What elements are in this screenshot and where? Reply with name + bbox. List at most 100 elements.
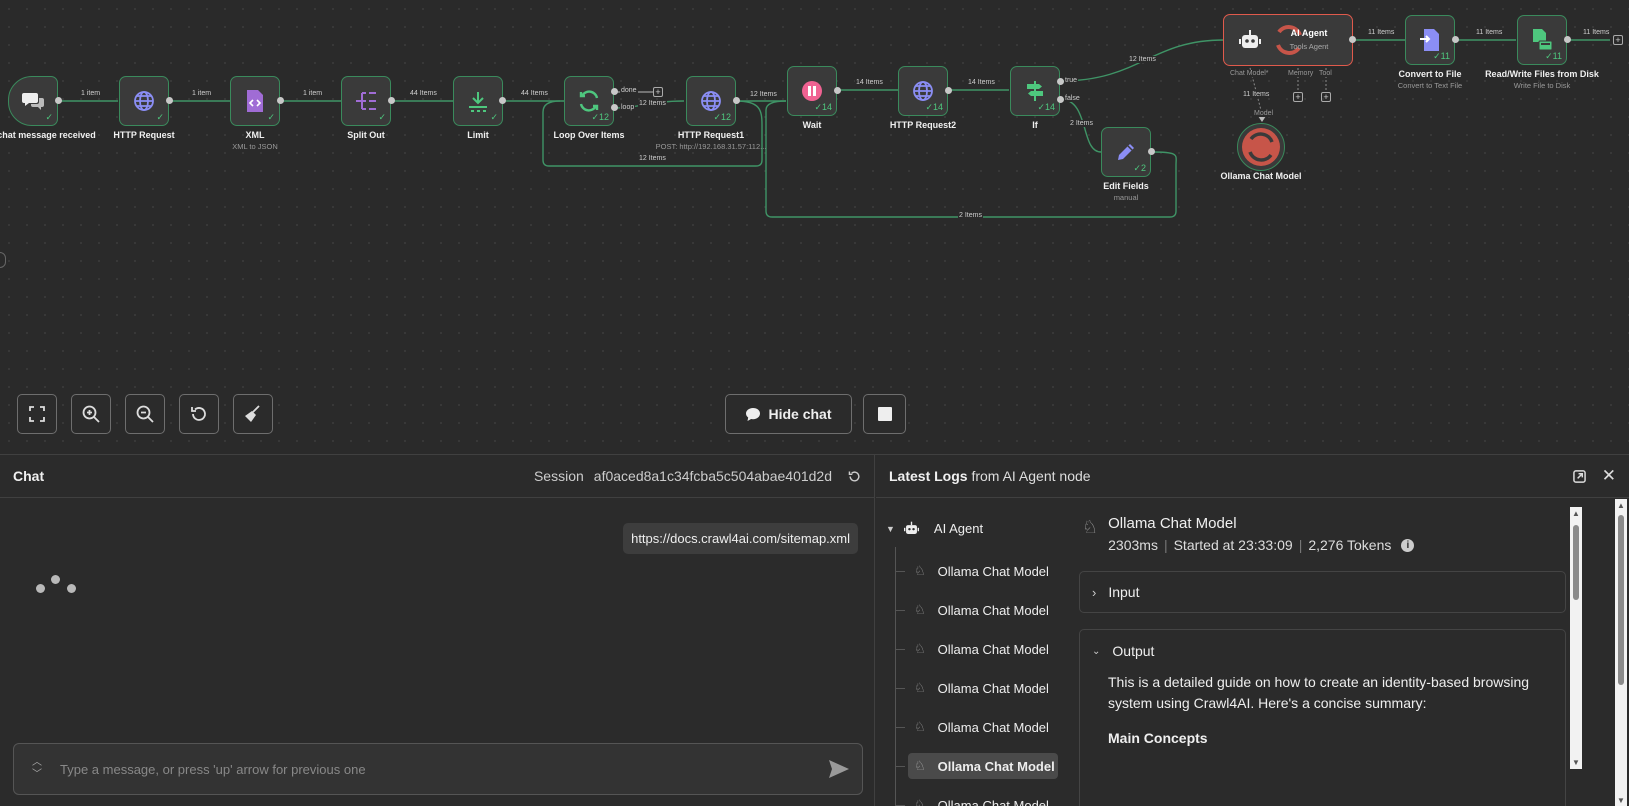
node-http-request1[interactable]: ✓12 (686, 76, 736, 126)
tidy-up-button[interactable] (233, 394, 273, 434)
node-output-port[interactable] (1349, 36, 1356, 43)
node-output-port[interactable] (834, 87, 841, 94)
typing-indicator (36, 573, 78, 597)
node-edit-fields[interactable]: ✓2 (1101, 127, 1151, 177)
output-label-false: false (1064, 95, 1081, 102)
fit-view-button[interactable] (17, 394, 57, 434)
success-count-badge: ✓11 (1545, 51, 1562, 61)
edge-item-count: 1 item (302, 90, 324, 97)
open-external-button[interactable] (1572, 469, 1586, 483)
chat-message-input[interactable] (60, 761, 816, 777)
robot-icon (903, 521, 919, 534)
node-output-port[interactable] (166, 97, 173, 104)
node-if[interactable]: ✓14 (1010, 66, 1060, 116)
detail-scrollbar[interactable]: ▲ ▼ (1570, 507, 1582, 769)
node-output-port[interactable] (499, 97, 506, 104)
logs-title-bold: Latest Logs (889, 468, 968, 484)
input-label: Input (1108, 584, 1140, 600)
node-ai-agent[interactable]: AI Agent Tools Agent (1223, 14, 1353, 66)
success-check-icon: ✓ (378, 112, 386, 122)
detail-node-name: Ollama Chat Model (1108, 515, 1237, 532)
node-loop-over-items[interactable]: ✓12 (564, 76, 614, 126)
logs-header: Latest Logs from AI Agent node ✕ (876, 455, 1629, 498)
input-section[interactable]: › Input (1079, 571, 1566, 613)
node-output-port[interactable] (611, 104, 618, 111)
node-title: Read/Write Files from Disk (1485, 69, 1599, 79)
send-button[interactable] (816, 759, 862, 779)
log-item-ollama-selected[interactable]: ♘ Ollama Chat Model (908, 753, 1058, 779)
hide-chat-button[interactable]: Hide chat (725, 394, 852, 434)
chevron-up-icon[interactable]: ︿ (32, 757, 42, 769)
history-arrows[interactable]: ︿ ﹀ (14, 757, 60, 781)
node-output-port[interactable] (611, 88, 618, 95)
session-id: af0aced8a1c34fcba5c504abae401d2d (593, 468, 832, 484)
node-output-port[interactable] (1057, 96, 1064, 103)
zoom-out-button[interactable] (125, 394, 165, 434)
node-output-port[interactable] (733, 97, 740, 104)
chevron-down-icon[interactable]: ﹀ (32, 769, 42, 781)
node-split-out[interactable]: ✓ (341, 76, 391, 126)
workflow-canvas[interactable]: ✓ When chat message received ✓ HTTP Requ… (0, 0, 1629, 454)
node-output-port[interactable] (277, 97, 284, 104)
edge-item-count: 14 Items (855, 79, 884, 86)
log-item-label: Ollama Chat Model (937, 719, 1049, 735)
reset-zoom-button[interactable] (179, 394, 219, 434)
add-node-plus-icon[interactable]: + (653, 87, 663, 97)
info-icon[interactable]: i (1401, 538, 1415, 552)
output-text: This is a detailed guide on how to creat… (1108, 674, 1530, 711)
node-output-port[interactable] (945, 87, 952, 94)
scrollbar-thumb[interactable] (1618, 515, 1624, 685)
scrollbar-thumb[interactable] (1573, 525, 1579, 600)
node-title: HTTP Request1 (677, 130, 745, 140)
zoom-in-button[interactable] (71, 394, 111, 434)
node-http-request[interactable]: ✓ (119, 76, 169, 126)
log-item-ollama[interactable]: ♘ Ollama Chat Model (908, 792, 1058, 806)
node-label: Edit Fields manual (1061, 181, 1191, 203)
node-read-write-files[interactable]: ✓11 (1517, 15, 1567, 65)
output-header[interactable]: ⌄ Output (1080, 630, 1565, 672)
output-label: Output (1112, 643, 1155, 659)
add-memory-plus-icon[interactable]: + (1293, 92, 1303, 102)
reset-session-button[interactable] (848, 470, 861, 483)
tree-root-ai-agent[interactable]: ▼ AI Agent (886, 521, 983, 536)
edge-item-count: 11 Items (1242, 91, 1271, 98)
chat-title: Chat (13, 468, 45, 484)
node-output-port[interactable] (55, 97, 62, 104)
zoom-out-icon (136, 405, 154, 423)
session-info: Session af0aced8a1c34fcba5c504abae401d2d (534, 468, 861, 484)
node-output-port[interactable] (1057, 78, 1064, 85)
edge-item-count: 12 Items (638, 155, 667, 162)
chat-bubble-icon (746, 407, 761, 421)
stop-execution-button[interactable] (863, 394, 906, 434)
log-item-ollama[interactable]: ♘ Ollama Chat Model (908, 675, 1058, 701)
close-icon[interactable]: ✕ (1602, 466, 1616, 486)
edge-item-count: 2 Items (958, 212, 983, 219)
node-limit[interactable]: ✓ (453, 76, 503, 126)
port-label-tool: Tool (1318, 70, 1333, 77)
add-node-plus-icon[interactable]: + (1613, 35, 1623, 45)
node-chat-trigger[interactable]: ✓ (8, 76, 58, 126)
node-ollama-chat-model[interactable] (1237, 123, 1285, 171)
llama-icon: ♘ (914, 758, 926, 773)
node-http-request2[interactable]: ✓14 (898, 66, 948, 116)
log-detail: ♘ Ollama Chat Model 2303ms | Started at … (1066, 499, 1566, 806)
node-xml[interactable]: ✓ (230, 76, 280, 126)
add-tool-plus-icon[interactable]: + (1321, 92, 1331, 102)
log-item-label: Ollama Chat Model (937, 758, 1055, 774)
node-output-port[interactable] (388, 97, 395, 104)
node-label: HTTP Request2 (889, 120, 957, 130)
log-item-ollama[interactable]: ♘ Ollama Chat Model (908, 597, 1058, 623)
chat-panel: Chat Session af0aced8a1c34fcba5c504abae4… (0, 455, 875, 806)
node-output-port[interactable] (1564, 36, 1571, 43)
node-output-port[interactable] (1148, 148, 1155, 155)
logs-scrollbar[interactable]: ▲ ▼ (1615, 499, 1627, 806)
node-title: Convert to File (1398, 69, 1462, 79)
node-output-port[interactable] (1452, 36, 1459, 43)
log-item-ollama[interactable]: ♘ Ollama Chat Model (908, 636, 1058, 662)
node-wait[interactable]: ✓14 (787, 66, 837, 116)
undo-icon (191, 407, 206, 421)
log-item-ollama[interactable]: ♘ Ollama Chat Model (908, 558, 1058, 584)
chevron-down-icon[interactable]: ▼ (886, 524, 895, 534)
node-convert-to-file[interactable]: ✓11 (1405, 15, 1455, 65)
log-item-ollama[interactable]: ♘ Ollama Chat Model (908, 714, 1058, 740)
